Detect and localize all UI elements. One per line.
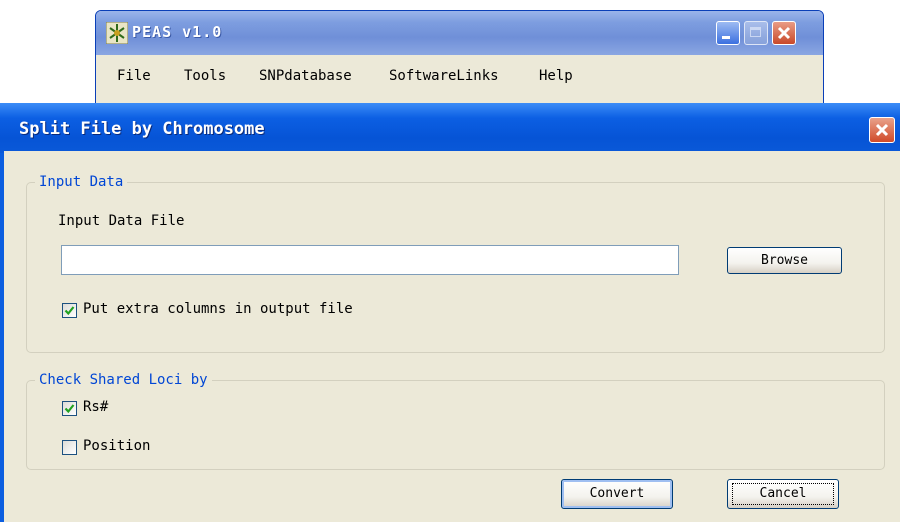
main-title-bar[interactable]: PEAS v1.0 [96, 11, 823, 55]
menu-help[interactable]: Help [539, 68, 573, 84]
position-label: Position [83, 438, 151, 454]
dialog-close-button[interactable] [869, 117, 895, 143]
extra-columns-label: Put extra columns in output file [83, 301, 353, 317]
rs-checkbox[interactable] [62, 401, 77, 416]
menu-file[interactable]: File [117, 68, 151, 84]
convert-button-label: Convert [589, 486, 645, 501]
peas-app-icon [105, 21, 129, 45]
input-data-group: Input Data Input Data File Browse Put ex… [26, 174, 885, 353]
dialog-title-bar[interactable]: Split File by Chromosome [0, 103, 900, 153]
dialog-body: Input Data Input Data File Browse Put ex… [4, 151, 900, 522]
main-window-title: PEAS v1.0 [132, 23, 223, 41]
input-data-file-label: Input Data File [58, 213, 185, 229]
main-window: PEAS v1.0 File Tools SNPdatabase Softwar… [95, 10, 824, 107]
menu-tools[interactable]: Tools [184, 68, 226, 84]
browse-button[interactable]: Browse [727, 247, 842, 274]
input-data-file-field[interactable] [61, 245, 679, 275]
shared-loci-group: Check Shared Loci by Rs# Position [26, 372, 885, 470]
menu-snpdatabase[interactable]: SNPdatabase [259, 68, 352, 84]
extra-columns-checkbox[interactable] [62, 303, 77, 318]
cancel-button[interactable]: Cancel [727, 479, 839, 509]
input-data-legend: Input Data [35, 174, 128, 190]
dialog-title: Split File by Chromosome [19, 119, 265, 139]
maximize-button[interactable] [744, 21, 768, 45]
menu-bar: File Tools SNPdatabase SoftwareLinks Hel… [96, 55, 823, 95]
browse-button-label: Browse [761, 253, 808, 268]
shared-loci-legend: Check Shared Loci by [35, 372, 212, 388]
convert-button[interactable]: Convert [561, 479, 673, 509]
checkmark-icon [64, 404, 75, 414]
position-checkbox[interactable] [62, 440, 77, 455]
menu-softwarelinks[interactable]: SoftwareLinks [389, 68, 499, 84]
rs-label: Rs# [83, 399, 109, 415]
cancel-button-label: Cancel [759, 486, 807, 501]
split-file-dialog: Split File by Chromosome Input Data Inpu… [0, 103, 900, 522]
minimize-button[interactable] [716, 21, 740, 45]
checkmark-icon [64, 306, 75, 316]
main-close-button[interactable] [772, 21, 796, 45]
